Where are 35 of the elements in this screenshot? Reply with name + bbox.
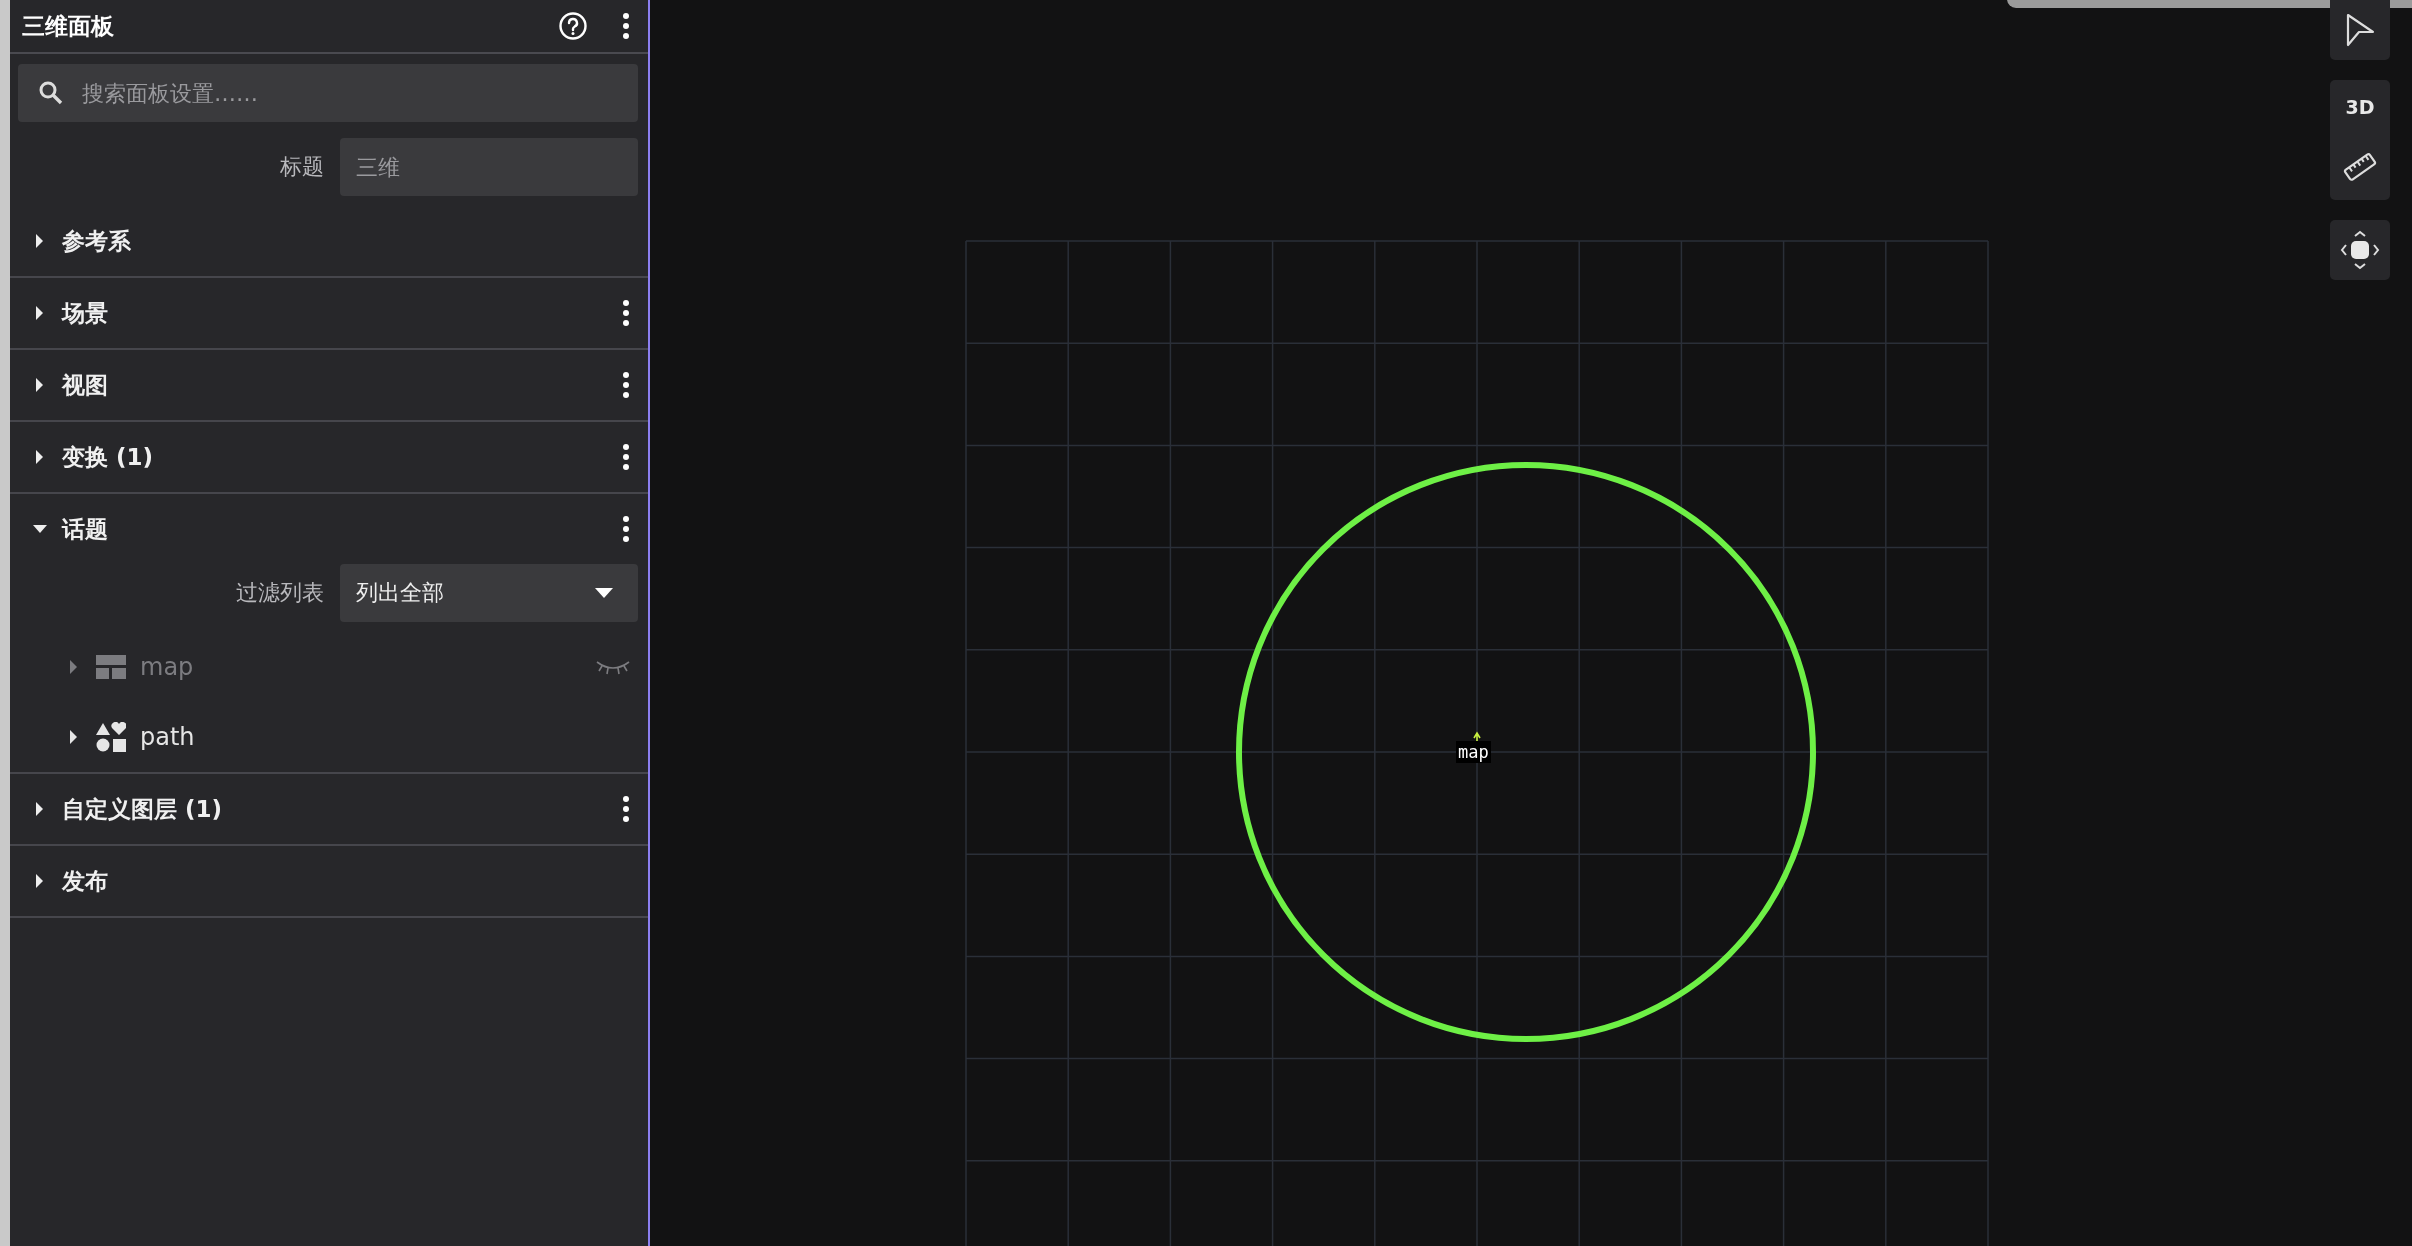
section-title[interactable]: 话题 (62, 513, 608, 545)
select-tool-button[interactable] (2330, 0, 2390, 60)
more-icon[interactable] (622, 794, 630, 824)
section-title[interactable]: 场景 (62, 297, 608, 329)
search-icon (38, 80, 64, 106)
section-title[interactable]: 自定义图层 (1) (62, 793, 608, 825)
layout-icon (96, 655, 126, 679)
search-field[interactable]: 搜索面板设置…… (18, 64, 638, 122)
topic-name[interactable]: map (140, 653, 582, 681)
more-icon[interactable] (622, 514, 630, 544)
section-title[interactable]: 变换 (1) (62, 441, 608, 473)
section-title[interactable]: 参考系 (62, 225, 630, 257)
shapes-icon (96, 722, 126, 752)
topic-name[interactable]: path (140, 723, 630, 751)
3d-viewport[interactable]: map 3D (650, 0, 2412, 1246)
more-icon[interactable] (622, 370, 630, 400)
more-icon[interactable] (622, 298, 630, 328)
more-icon[interactable] (622, 442, 630, 472)
section-title[interactable]: 视图 (62, 369, 608, 401)
title-field[interactable]: 三维 (340, 138, 638, 196)
section-title[interactable]: 发布 (62, 865, 630, 897)
dropdown-arrow-icon (594, 587, 614, 599)
help-icon[interactable] (558, 11, 588, 41)
3d-mode-toggle[interactable]: 3D (2345, 96, 2375, 118)
more-icon[interactable] (622, 11, 630, 41)
pointer-icon (2345, 13, 2375, 47)
field-label: 标题 (280, 153, 324, 181)
hidden-eye-icon[interactable] (596, 659, 630, 675)
frame-label: map (1456, 741, 1491, 763)
field-label: 过滤列表 (236, 579, 324, 607)
filter-dropdown[interactable]: 列出全部 (340, 564, 638, 622)
panel-title: 三维面板 (22, 11, 115, 41)
navigation-button[interactable] (2330, 220, 2390, 280)
move-icon (2340, 230, 2380, 270)
ruler-icon[interactable] (2343, 150, 2377, 184)
